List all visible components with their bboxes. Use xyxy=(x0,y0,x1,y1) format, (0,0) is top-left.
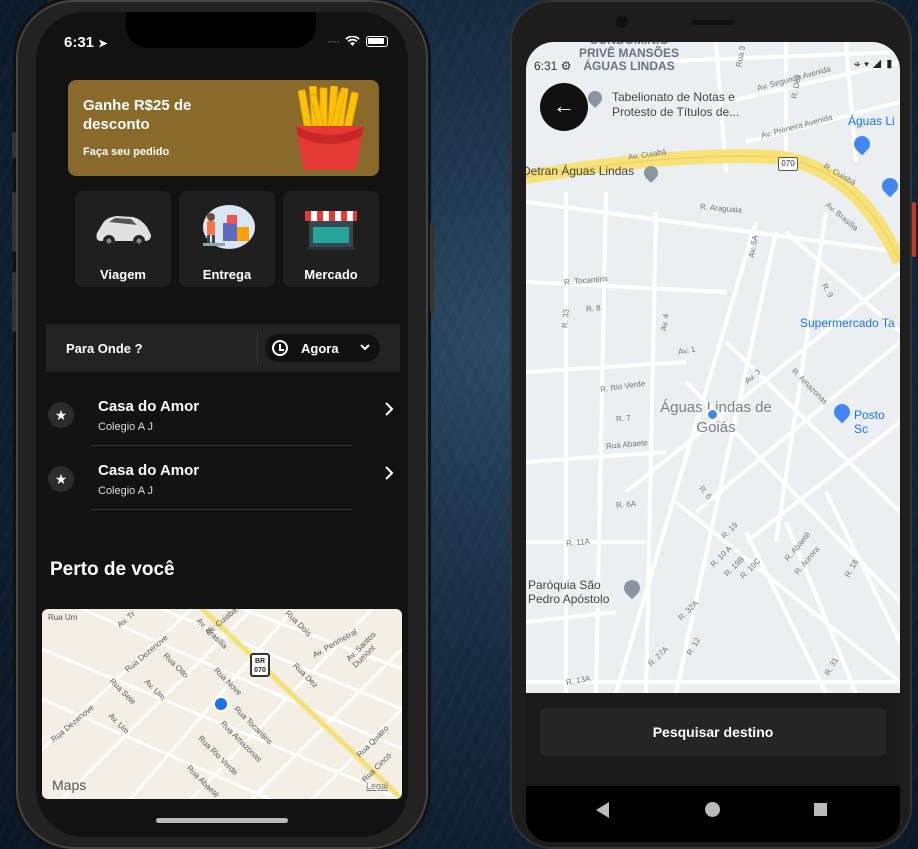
nav-recents-icon[interactable] xyxy=(814,803,827,816)
favorite-place-row[interactable]: ★ Casa do Amor Colegio A J xyxy=(46,450,396,512)
service-card-entrega[interactable]: Entrega xyxy=(179,191,275,287)
divider xyxy=(257,332,258,364)
promo-title: Ganhe R$25 de desconto xyxy=(83,97,192,133)
where-to-label[interactable]: Para Onde ? xyxy=(66,341,143,356)
nearby-map[interactable]: BR 070 Rua Um Av. Tr Av. Cuiabá Av. Bras… xyxy=(42,609,402,799)
back-button[interactable]: ← xyxy=(540,83,588,131)
battery-icon xyxy=(366,35,388,47)
legal-link[interactable]: Legal xyxy=(366,781,388,791)
gear-icon: ⚙ xyxy=(560,59,572,73)
wifi-icon xyxy=(345,35,360,46)
status-time: 6:31 ⚙ xyxy=(534,59,572,73)
android-nav-bar xyxy=(526,786,900,842)
volume-down-button xyxy=(12,272,16,332)
front-camera xyxy=(616,16,628,28)
chevron-right-icon xyxy=(384,464,394,487)
iphone-device: 6:31 ➤ ···· Ganhe R$25 de desconto Faça … xyxy=(12,0,434,849)
arrow-left-icon: ← xyxy=(553,93,575,118)
android-device: 070 CONDOMÍNIO PRIVÊ MANSÕES ÁGUAS LINDA… xyxy=(510,0,916,849)
where-to-bar[interactable]: Para Onde ? Agora xyxy=(46,324,400,372)
car-icon xyxy=(96,216,151,247)
divider xyxy=(90,509,352,510)
apple-maps-logo: Maps xyxy=(52,777,87,793)
chevron-down-icon xyxy=(359,339,371,358)
notch xyxy=(126,12,316,48)
power-button xyxy=(912,202,916,257)
nav-home-icon[interactable] xyxy=(705,802,720,817)
favorite-subtitle: Colegio A J xyxy=(98,485,154,497)
nav-back-icon[interactable] xyxy=(596,802,609,818)
location-icon: ⌖ xyxy=(853,57,861,71)
star-icon: ★ xyxy=(48,402,74,428)
android-screen: 070 CONDOMÍNIO PRIVÊ MANSÕES ÁGUAS LINDA… xyxy=(526,42,900,842)
service-card-viagem[interactable]: Viagem xyxy=(75,191,171,287)
power-button xyxy=(430,222,434,312)
signal-icon: ◢ xyxy=(872,57,882,71)
schedule-selector[interactable]: Agora xyxy=(265,334,380,362)
fries-icon xyxy=(296,86,364,170)
location-arrow-icon: ➤ xyxy=(98,38,108,50)
service-label: Mercado xyxy=(304,267,358,282)
schedule-value: Agora xyxy=(301,341,339,356)
service-label: Viagem xyxy=(99,267,146,282)
favorite-title: Casa do Amor xyxy=(98,398,200,415)
favorite-title: Casa do Amor xyxy=(98,462,200,479)
map-street-labels: Av. Segunda Avenida Av. Primeira Avenida… xyxy=(560,45,861,688)
service-card-mercado[interactable]: Mercado xyxy=(283,191,379,287)
favorite-place-row[interactable]: ★ Casa do Amor Colegio A J xyxy=(46,386,396,448)
status-indicators: ⌖ ▾ ◢ ▮ xyxy=(854,57,894,72)
nearby-title: Perto de você xyxy=(50,559,175,580)
home-indicator[interactable] xyxy=(156,818,288,823)
volume-up-button xyxy=(12,192,16,252)
promo-cta[interactable]: Faça seu pedido xyxy=(83,146,169,158)
mute-switch xyxy=(12,132,16,158)
store-icon xyxy=(305,211,357,250)
service-cards: Viagem Entrega Mercado xyxy=(75,191,379,287)
promo-banner[interactable]: Ganhe R$25 de desconto Faça seu pedido xyxy=(68,80,379,176)
current-location-dot xyxy=(706,408,719,421)
service-label: Entrega xyxy=(202,267,252,282)
search-destination-button[interactable]: Pesquisar destino xyxy=(540,708,886,756)
iphone-screen: 6:31 ➤ ···· Ganhe R$25 de desconto Faça … xyxy=(36,12,408,837)
status-indicators: ···· xyxy=(327,34,388,48)
favorite-subtitle: Colegio A J xyxy=(98,421,154,433)
current-location-dot xyxy=(213,696,229,712)
wifi-icon: ▾ xyxy=(863,57,870,71)
chevron-right-icon xyxy=(384,400,394,423)
earpiece-speaker xyxy=(692,20,734,25)
clock-icon xyxy=(272,340,288,356)
signal-icon: ···· xyxy=(327,34,340,48)
divider xyxy=(90,445,352,446)
star-icon: ★ xyxy=(48,466,74,492)
delivery-icon xyxy=(203,205,255,249)
status-time: 6:31 ➤ xyxy=(64,34,108,51)
battery-icon: ▮ xyxy=(884,57,894,71)
destination-map[interactable]: 070 CONDOMÍNIO PRIVÊ MANSÕES ÁGUAS LINDA… xyxy=(526,42,900,693)
